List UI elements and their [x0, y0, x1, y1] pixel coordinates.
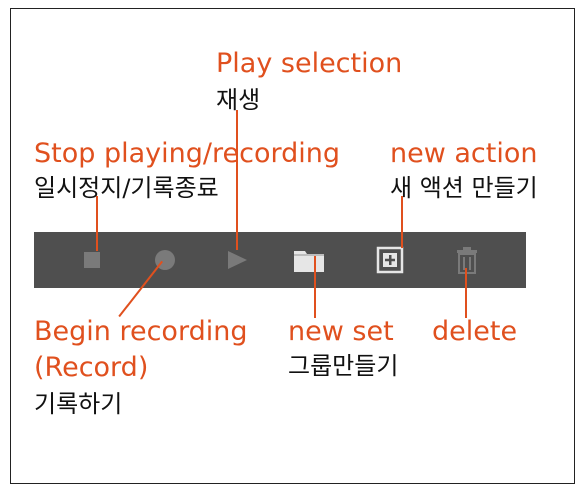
new-set-label-ko: 그룹만들기: [288, 352, 399, 380]
begin-recording-label: Begin recording: [34, 316, 248, 347]
new-set-label: new set: [288, 316, 394, 347]
stop-button[interactable]: [78, 232, 106, 288]
delete-label: delete: [432, 316, 518, 347]
new-set-button[interactable]: [292, 232, 326, 288]
new-action-label: new action: [390, 138, 538, 169]
delete-button[interactable]: [452, 232, 482, 288]
play-leader: [236, 110, 238, 250]
folder-icon: [294, 251, 324, 272]
new-set-leader: [314, 256, 316, 318]
triangle-play-icon: [228, 251, 247, 269]
begin-recording-label-2: (Record): [34, 352, 149, 383]
stop-label: Stop playing/recording: [34, 138, 340, 169]
play-selection-label: Play selection: [216, 48, 403, 79]
actions-toolbar: [34, 232, 526, 288]
begin-recording-label-ko: 기록하기: [34, 390, 123, 418]
delete-leader: [465, 268, 467, 318]
new-action-leader: [401, 196, 403, 248]
record-button[interactable]: [150, 232, 180, 288]
play-selection-label-ko: 재생: [216, 86, 261, 114]
plus-box-icon: [376, 246, 404, 274]
stop-leader: [96, 196, 98, 251]
square-stop-icon: [84, 252, 100, 268]
stop-label-ko: 일시정지/기록종료: [34, 174, 219, 202]
new-action-label-ko: 새 액션 만들기: [390, 174, 538, 202]
trash-icon: [457, 247, 477, 274]
